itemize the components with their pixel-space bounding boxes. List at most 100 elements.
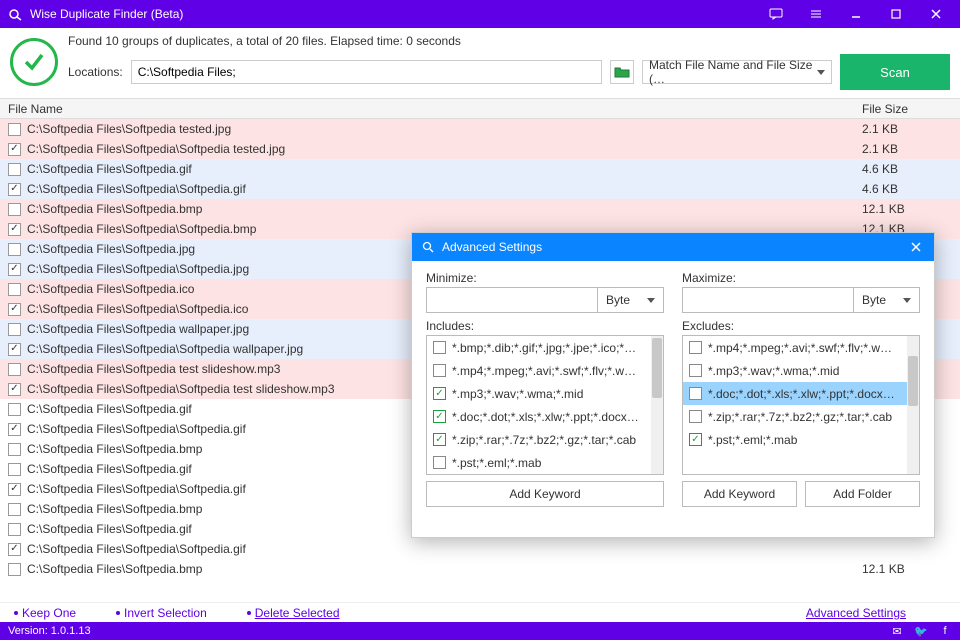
table-row[interactable]: C:\Softpedia Files\Softpedia tested.jpg2… bbox=[0, 119, 960, 139]
menu-button[interactable] bbox=[796, 0, 836, 28]
list-checkbox[interactable] bbox=[433, 410, 446, 423]
row-checkbox[interactable] bbox=[8, 243, 21, 256]
column-filesize[interactable]: File Size bbox=[862, 102, 952, 116]
excludes-listbox[interactable]: *.mp4;*.mpeg;*.avi;*.swf;*.flv;*.w… *.mp3… bbox=[682, 335, 920, 475]
row-checkbox[interactable] bbox=[8, 563, 21, 576]
list-item[interactable]: *.zip;*.rar;*.7z;*.bz2;*.gz;*.tar;*.cab bbox=[427, 428, 651, 451]
list-item[interactable]: *.zip;*.rar;*.7z;*.bz2;*.gz;*.tar;*.cab bbox=[683, 405, 907, 428]
minimize-input[interactable] bbox=[426, 287, 598, 313]
row-filename: C:\Softpedia Files\Softpedia\Softpedia.g… bbox=[27, 542, 862, 556]
locations-input[interactable] bbox=[131, 60, 602, 84]
includes-add-keyword-button[interactable]: Add Keyword bbox=[426, 481, 664, 507]
list-checkbox[interactable] bbox=[689, 410, 702, 423]
minimize-button[interactable] bbox=[836, 0, 876, 28]
row-checkbox[interactable] bbox=[8, 323, 21, 336]
list-item[interactable]: *.mp4;*.mpeg;*.avi;*.swf;*.flv;*.w… bbox=[683, 336, 907, 359]
table-row[interactable]: C:\Softpedia Files\Softpedia.bmp12.1 KB bbox=[0, 559, 960, 579]
row-checkbox[interactable] bbox=[8, 263, 21, 276]
row-checkbox[interactable] bbox=[8, 183, 21, 196]
status-text: Found 10 groups of duplicates, a total o… bbox=[68, 34, 950, 48]
facebook-icon[interactable]: f bbox=[938, 625, 952, 638]
row-checkbox[interactable] bbox=[8, 383, 21, 396]
table-row[interactable]: C:\Softpedia Files\Softpedia.gif4.6 KB bbox=[0, 159, 960, 179]
row-checkbox[interactable] bbox=[8, 163, 21, 176]
list-item[interactable]: *.pst;*.eml;*.mab bbox=[683, 428, 907, 451]
invert-selection-link[interactable]: Invert Selection bbox=[116, 606, 207, 620]
row-checkbox[interactable] bbox=[8, 283, 21, 296]
list-item[interactable]: *.pst;*.eml;*.mab bbox=[427, 451, 651, 474]
scrollbar[interactable] bbox=[651, 336, 663, 474]
maximize-button[interactable] bbox=[876, 0, 916, 28]
list-item-text: *.mp4;*.mpeg;*.avi;*.swf;*.flv;*.w… bbox=[708, 341, 901, 355]
includes-listbox[interactable]: *.bmp;*.dib;*.gif;*.jpg;*.jpe;*.ico;*… *.… bbox=[426, 335, 664, 475]
dialog-close-button[interactable] bbox=[906, 241, 926, 253]
list-checkbox[interactable] bbox=[689, 341, 702, 354]
row-checkbox[interactable] bbox=[8, 303, 21, 316]
column-filename[interactable]: File Name bbox=[8, 102, 862, 116]
row-filesize: 4.6 KB bbox=[862, 182, 952, 196]
row-filesize: 2.1 KB bbox=[862, 122, 952, 136]
list-item[interactable]: *.bmp;*.dib;*.gif;*.jpg;*.jpe;*.ico;*… bbox=[427, 336, 651, 359]
scrollbar-thumb[interactable] bbox=[652, 338, 662, 398]
scrollbar[interactable] bbox=[907, 336, 919, 474]
table-row[interactable]: C:\Softpedia Files\Softpedia\Softpedia.g… bbox=[0, 539, 960, 559]
table-row[interactable]: C:\Softpedia Files\Softpedia\Softpedia.g… bbox=[0, 179, 960, 199]
list-checkbox[interactable] bbox=[689, 387, 702, 400]
list-item[interactable]: *.doc;*.dot;*.xls;*.xlw;*.ppt;*.docx… bbox=[427, 405, 651, 428]
list-checkbox[interactable] bbox=[433, 456, 446, 469]
list-checkbox[interactable] bbox=[689, 433, 702, 446]
dialog-app-icon bbox=[420, 239, 436, 255]
row-checkbox[interactable] bbox=[8, 123, 21, 136]
row-checkbox[interactable] bbox=[8, 423, 21, 436]
maximize-input[interactable] bbox=[682, 287, 854, 313]
list-item-text: *.bmp;*.dib;*.gif;*.jpg;*.jpe;*.ico;*… bbox=[452, 341, 645, 355]
list-checkbox[interactable] bbox=[433, 387, 446, 400]
list-checkbox[interactable] bbox=[433, 341, 446, 354]
row-checkbox[interactable] bbox=[8, 403, 21, 416]
titlebar: Wise Duplicate Finder (Beta) bbox=[0, 0, 960, 28]
row-checkbox[interactable] bbox=[8, 203, 21, 216]
maximize-unit-select[interactable]: Byte bbox=[854, 287, 920, 313]
feedback-button[interactable] bbox=[756, 0, 796, 28]
advanced-settings-link[interactable]: Advanced Settings bbox=[806, 606, 906, 620]
list-item[interactable]: *.doc;*.dot;*.xls;*.xlw;*.ppt;*.docx… bbox=[683, 382, 907, 405]
list-item[interactable]: *.mp4;*.mpeg;*.avi;*.swf;*.flv;*.w… bbox=[427, 359, 651, 382]
list-checkbox[interactable] bbox=[433, 433, 446, 446]
scrollbar-thumb[interactable] bbox=[908, 356, 918, 406]
list-checkbox[interactable] bbox=[433, 364, 446, 377]
browse-folder-button[interactable] bbox=[610, 60, 634, 84]
mail-icon[interactable]: ✉ bbox=[890, 625, 904, 638]
status-check-icon bbox=[10, 38, 58, 86]
row-checkbox[interactable] bbox=[8, 363, 21, 376]
list-item[interactable]: *.mp3;*.wav;*.wma;*.mid bbox=[427, 382, 651, 405]
table-row[interactable]: C:\Softpedia Files\Softpedia\Softpedia t… bbox=[0, 139, 960, 159]
twitter-icon[interactable]: 🐦 bbox=[914, 625, 928, 638]
minimize-label: Minimize: bbox=[426, 271, 664, 285]
excludes-add-folder-button[interactable]: Add Folder bbox=[805, 481, 920, 507]
row-checkbox[interactable] bbox=[8, 143, 21, 156]
list-item[interactable]: *.mp3;*.wav;*.wma;*.mid bbox=[683, 359, 907, 382]
row-checkbox[interactable] bbox=[8, 543, 21, 556]
list-checkbox[interactable] bbox=[689, 364, 702, 377]
row-checkbox[interactable] bbox=[8, 523, 21, 536]
dialog-titlebar[interactable]: Advanced Settings bbox=[412, 233, 934, 261]
table-row[interactable]: C:\Softpedia Files\Softpedia.bmp12.1 KB bbox=[0, 199, 960, 219]
close-button[interactable] bbox=[916, 0, 956, 28]
row-filesize: 4.6 KB bbox=[862, 162, 952, 176]
match-mode-select[interactable]: Match File Name and File Size (… bbox=[642, 60, 832, 84]
row-checkbox[interactable] bbox=[8, 463, 21, 476]
row-filename: C:\Softpedia Files\Softpedia.bmp bbox=[27, 562, 862, 576]
scan-button[interactable]: Scan bbox=[840, 54, 950, 90]
delete-selected-link[interactable]: Delete Selected bbox=[247, 606, 340, 620]
keep-one-link[interactable]: Keep One bbox=[14, 606, 76, 620]
row-checkbox[interactable] bbox=[8, 343, 21, 356]
row-checkbox[interactable] bbox=[8, 223, 21, 236]
row-checkbox[interactable] bbox=[8, 483, 21, 496]
list-item-text: *.pst;*.eml;*.mab bbox=[452, 456, 645, 470]
minimize-unit-select[interactable]: Byte bbox=[598, 287, 664, 313]
toolbar: Found 10 groups of duplicates, a total o… bbox=[0, 28, 960, 99]
excludes-add-keyword-button[interactable]: Add Keyword bbox=[682, 481, 797, 507]
row-filesize: 12.1 KB bbox=[862, 562, 952, 576]
row-checkbox[interactable] bbox=[8, 443, 21, 456]
row-checkbox[interactable] bbox=[8, 503, 21, 516]
